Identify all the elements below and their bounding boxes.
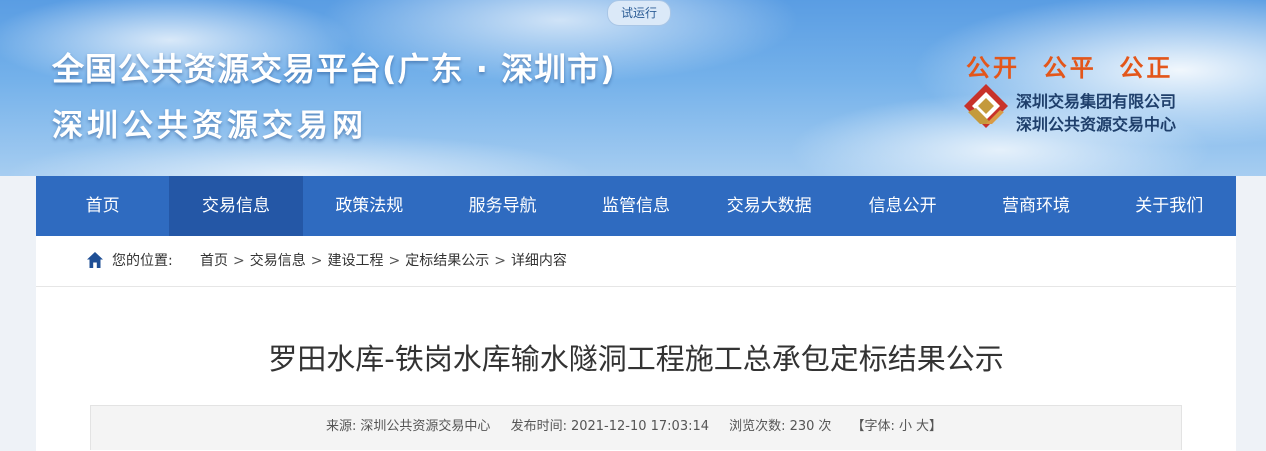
- breadcrumb-item-construction[interactable]: 建设工程: [327, 236, 383, 286]
- nav-item-home[interactable]: 首页: [36, 176, 169, 236]
- breadcrumb-item-trade-info[interactable]: 交易信息: [250, 236, 306, 286]
- main-nav: 首页 交易信息 政策法规 服务导航 监管信息 交易大数据 信息公开 营商环境 关…: [36, 176, 1236, 236]
- org-name-group: 深圳交易集团有限公司: [1016, 92, 1177, 111]
- nav-item-disclosure[interactable]: 信息公开: [836, 176, 969, 236]
- nav-item-policy[interactable]: 政策法规: [303, 176, 436, 236]
- nav-item-about[interactable]: 关于我们: [1103, 176, 1236, 236]
- breadcrumb-separator: >: [310, 253, 323, 269]
- font-small-button[interactable]: 小: [899, 419, 912, 434]
- org-name-center: 深圳公共资源交易中心: [1016, 115, 1177, 134]
- breadcrumb-label: 您的位置:: [112, 253, 173, 269]
- views-unit: 次: [818, 419, 832, 434]
- content-panel: 您的位置: 首页 > 交易信息 > 建设工程 > 定标结果公示 > 详细内容 罗…: [36, 236, 1236, 451]
- article-title: 罗田水库-铁岗水库输水隧洞工程施工总承包定标结果公示: [268, 342, 1004, 376]
- breadcrumb-separator: >: [494, 253, 506, 269]
- breadcrumb-item-home[interactable]: 首页: [200, 236, 228, 286]
- source-label: 来源:: [326, 419, 357, 434]
- views-count: 230: [789, 419, 815, 434]
- nav-item-service[interactable]: 服务导航: [436, 176, 569, 236]
- publish-time-label: 发布时间:: [510, 419, 567, 434]
- motto: 公开 公平 公正: [966, 53, 1174, 82]
- article-meta: 来源: 深圳公共资源交易中心 发布时间: 2021-12-10 17:03:14 浏…: [90, 405, 1182, 450]
- breadcrumb-path: 首页 > 交易信息 > 建设工程 > 定标结果公示 > 详细内容: [200, 236, 567, 286]
- header-banner: 试运行 全国公共资源交易平台(广东 · 深圳市) 深圳公共资源交易网 公开 公平…: [0, 0, 1266, 176]
- nav-item-big-data[interactable]: 交易大数据: [703, 176, 836, 236]
- trial-run-badge: 试运行: [607, 0, 671, 26]
- breadcrumb-item-award-notice[interactable]: 定标结果公示: [405, 236, 489, 286]
- nav-item-business-env[interactable]: 营商环境: [969, 176, 1102, 236]
- home-icon: [87, 252, 103, 268]
- source-value: 深圳公共资源交易中心: [360, 419, 491, 434]
- breadcrumb-item-detail[interactable]: 详细内容: [511, 236, 567, 286]
- breadcrumb: 您的位置: 首页 > 交易信息 > 建设工程 > 定标结果公示 > 详细内容: [36, 236, 1236, 287]
- font-size-label: 【字体:: [851, 419, 895, 434]
- nav-item-supervision[interactable]: 监管信息: [569, 176, 702, 236]
- breadcrumb-separator: >: [233, 253, 245, 269]
- breadcrumb-separator: >: [388, 253, 401, 269]
- site-title-line1[interactable]: 全国公共资源交易平台(广东 · 深圳市): [52, 44, 616, 90]
- publish-time-value: 2021-12-10 17:03:14: [570, 419, 710, 434]
- nav-item-trade-info[interactable]: 交易信息: [169, 176, 303, 236]
- org-logo-icon: [964, 84, 1008, 128]
- views-label: 浏览次数:: [729, 419, 786, 434]
- site-title-line2[interactable]: 深圳公共资源交易网: [52, 100, 367, 145]
- font-large-button[interactable]: 大】: [916, 419, 942, 434]
